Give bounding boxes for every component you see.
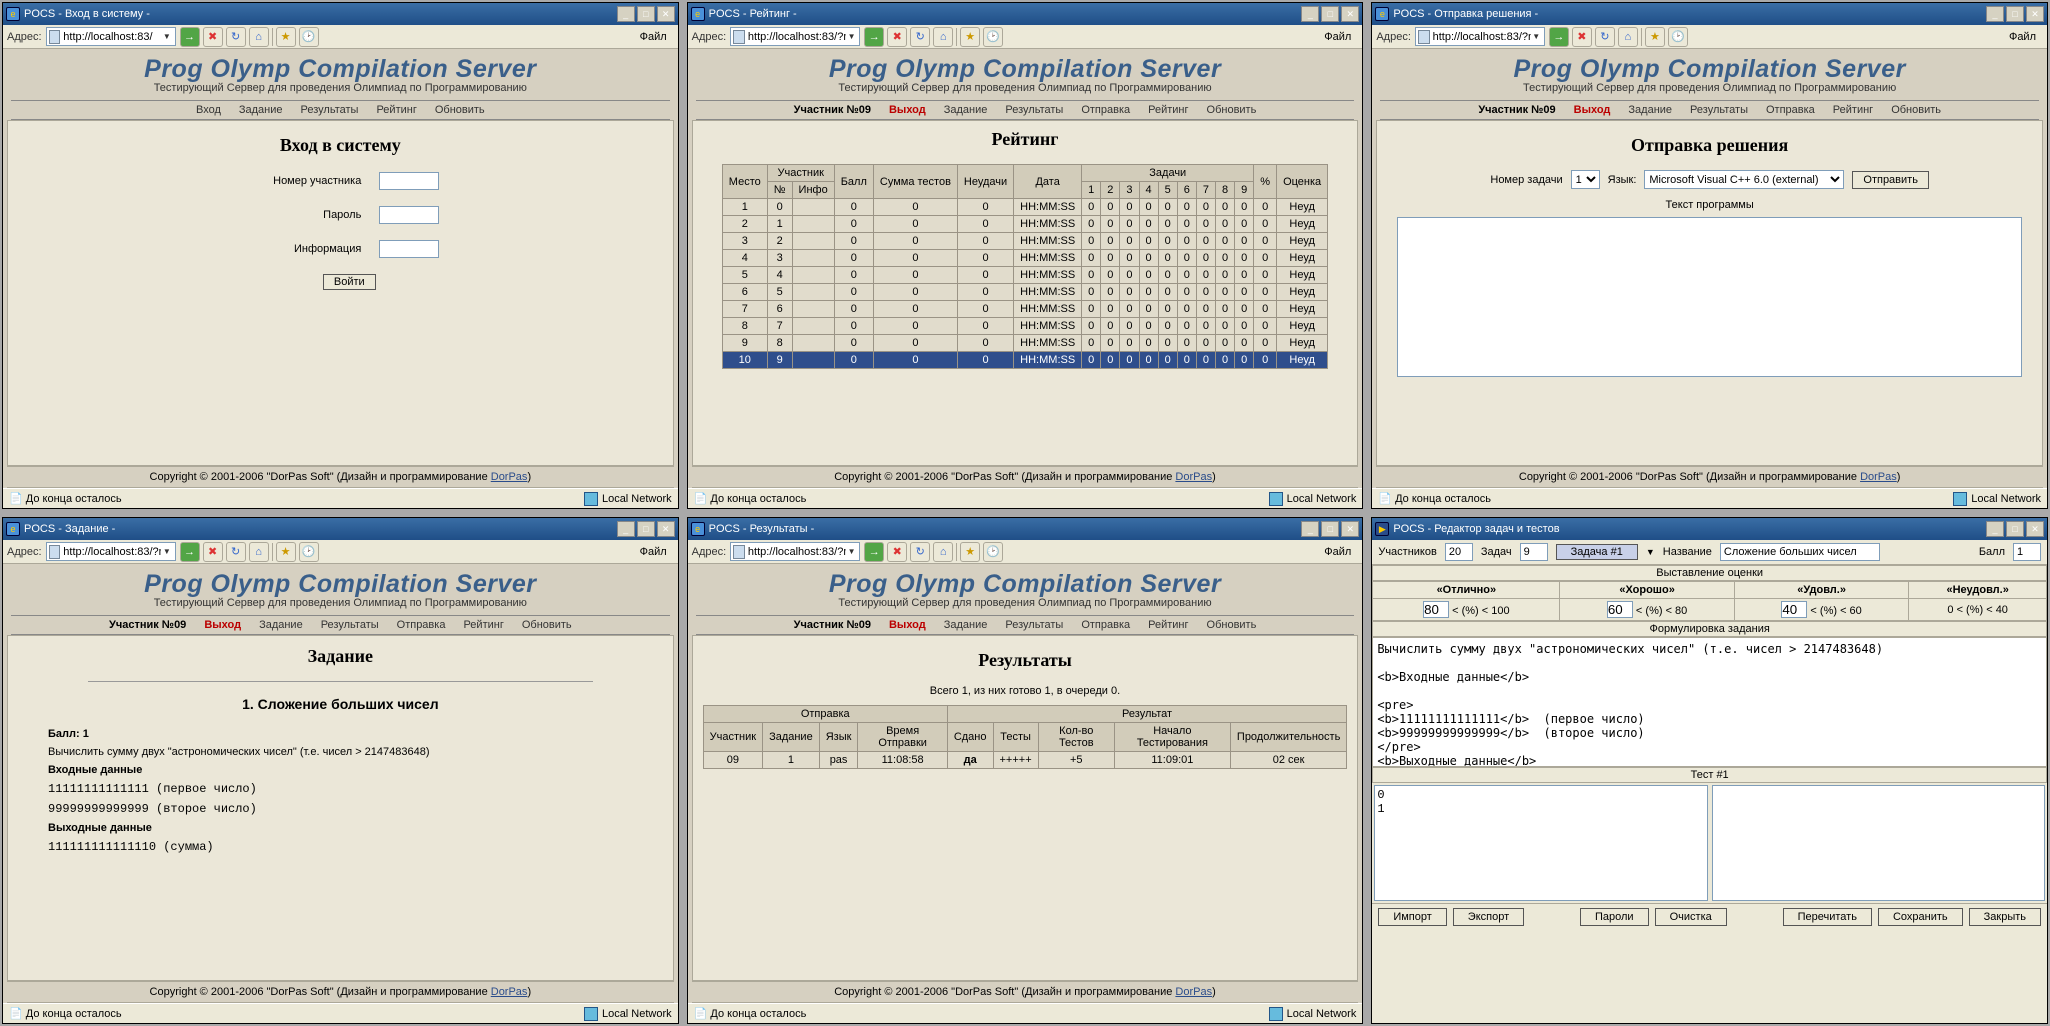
window-title: POCS - Вход в систему - [24,8,150,20]
send-button[interactable]: Отправить [1852,171,1929,189]
window-title: POCS - Рейтинг - [709,8,797,20]
label-password: Пароль [241,209,361,221]
footer: Copyright © 2001-2006 "DorPas Soft" (Диз… [7,466,674,488]
close-button[interactable]: ✕ [657,6,675,22]
window-login: e POCS - Вход в систему - _ □ ✕ Адрес: ▼ … [2,2,679,509]
reread-button[interactable]: Перечитать [1783,908,1872,926]
editor-buttonbar: Импорт Экспорт Пароли Очистка Перечитать… [1372,903,2047,930]
clear-button[interactable]: Очистка [1655,908,1727,926]
home-icon[interactable]: ⌂ [249,27,269,47]
maximize-button[interactable]: □ [637,6,655,22]
nav-rating[interactable]: Рейтинг [376,104,416,116]
window-submit: ePOCS - Отправка решения - _□✕ Адрес: ▼ … [1371,2,2048,509]
doc-icon: 📄 [9,493,23,505]
network-icon [584,492,598,506]
results-table: ОтправкаРезультат УчастникЗаданиеЯзыкВре… [703,705,1348,769]
address-bar: Адрес: ▼ → ✖ ↻ ⌂ ★ 🕑 Файл [3,25,678,49]
rating-table: МестоУчастникБаллСумма тестовНеудачиДата… [722,164,1328,369]
status-bar: 📄 До конца осталось Local Network [3,488,678,508]
test-output[interactable] [1712,785,2045,901]
label-info: Информация [241,243,361,255]
input-password[interactable] [379,206,439,224]
nav-task[interactable]: Задание [239,104,283,116]
window-results: ePOCS - Результаты - _□✕ Адрес: ▼ →✖↻⌂★🕑… [687,517,1364,1024]
window-task: ePOCS - Задание - _□✕ Адрес: ▼ →✖↻⌂★🕑 Фа… [2,517,679,1024]
nav-login[interactable]: Вход [196,104,221,116]
export-button[interactable]: Экспорт [1453,908,1524,926]
top-nav: Вход Задание Результаты Рейтинг Обновить [11,100,670,120]
lang-select[interactable]: Microsoft Visual C++ 6.0 (external) [1644,170,1844,189]
test-input[interactable] [1374,785,1707,901]
stop-icon[interactable]: ✖ [203,27,223,47]
participants-input[interactable] [1445,543,1473,561]
nav-refresh[interactable]: Обновить [435,104,485,116]
import-button[interactable]: Импорт [1378,908,1446,926]
tasks-input[interactable] [1520,543,1548,561]
login-button[interactable]: Войти [323,274,376,290]
chevron-down-icon[interactable]: ▼ [1646,547,1655,557]
save-button[interactable]: Сохранить [1878,908,1963,926]
task-title: 1. Сложение больших чисел [48,696,633,712]
maximize-button[interactable]: □ [1321,6,1339,22]
page-body: Вход в систему Номер участника Пароль Ин… [7,120,674,466]
input-info[interactable] [379,240,439,258]
page-icon [49,30,61,44]
file-menu[interactable]: Файл [633,28,674,46]
code-textarea[interactable] [1397,217,2022,377]
close-button[interactable]: Закрыть [1969,908,2041,926]
nav-logout[interactable]: Выход [889,104,926,116]
window-rating: ePOCS - Рейтинг - _□✕ Адрес: ▼ →✖↻⌂★🕑 Фа… [687,2,1364,509]
grades-table: «Отлично»«Хорошо»«Удовл.»«Неудовл.» < (%… [1372,581,2047,621]
task-select-button[interactable]: Задача #1 [1556,544,1638,560]
close-button[interactable]: ✕ [1341,6,1359,22]
problem-textarea[interactable]: Вычислить сумму двух "астрономических чи… [1372,637,2047,767]
input-number[interactable] [379,172,439,190]
score-input[interactable] [2013,543,2041,561]
task-select[interactable]: 1 [1571,170,1600,189]
titlebar[interactable]: e POCS - Вход в систему - _ □ ✕ [3,3,678,25]
app-title: Prog Olymp Compilation Server [11,55,670,84]
nav-participant: Участник №09 [794,104,871,116]
task-name-input[interactable] [1720,543,1880,561]
app-tagline: Тестирующий Сервер для проведения Олимпи… [11,82,670,94]
go-button[interactable]: → [180,27,200,47]
editor-topbar: Участников Задач Задача #1 ▼ Название Ба… [1372,540,2047,565]
minimize-button[interactable]: _ [617,6,635,22]
nav-results[interactable]: Результаты [301,104,359,116]
chevron-down-icon[interactable]: ▼ [161,32,172,41]
address-field[interactable]: ▼ [46,27,176,46]
address-label: Адрес: [7,31,42,43]
history-icon[interactable]: 🕑 [299,27,319,47]
footer-link[interactable]: DorPas [491,471,528,483]
minimize-button[interactable]: _ [1301,6,1319,22]
passwords-button[interactable]: Пароли [1580,908,1649,926]
window-editor: ▶POCS - Редактор задач и тестов _□✕ Учас… [1371,517,2048,1024]
page-heading: Вход в систему [18,135,663,156]
window-title: POCS - Отправка решения - [1393,8,1538,20]
label-number: Номер участника [241,175,361,187]
url-input[interactable] [60,31,161,43]
url-input[interactable] [745,31,846,43]
refresh-icon[interactable]: ↻ [226,27,246,47]
ie-icon: e [6,7,20,21]
favorites-icon[interactable]: ★ [276,27,296,47]
